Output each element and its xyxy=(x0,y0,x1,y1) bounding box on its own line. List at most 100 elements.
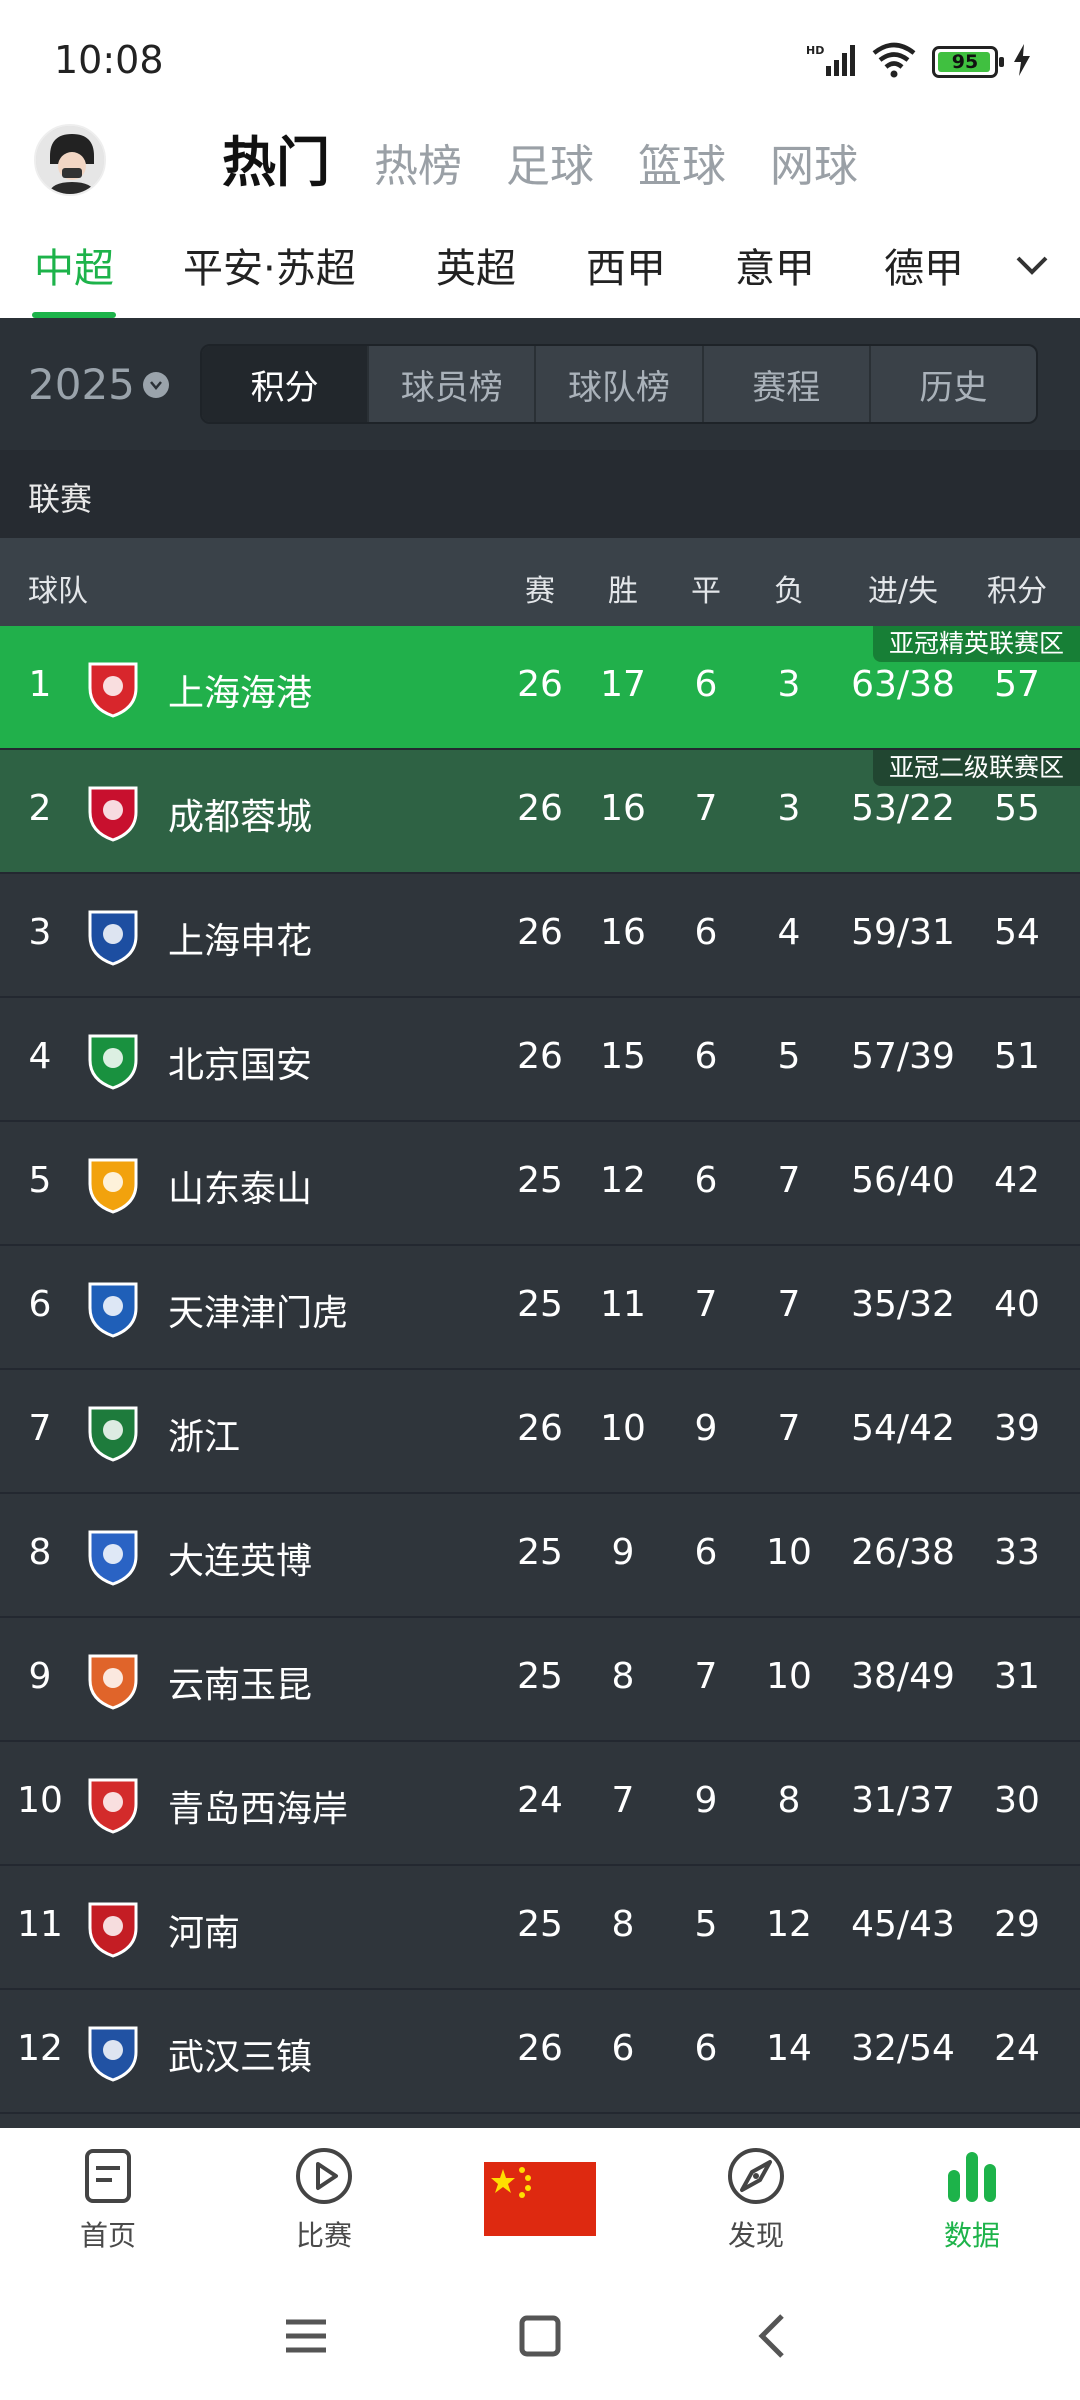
cell-points: 31 xyxy=(994,1656,1040,1697)
cell-loss: 4 xyxy=(777,912,801,953)
team-name: 山东泰山 xyxy=(168,1169,313,1210)
table-row[interactable]: 5 山东泰山 25 12 6 7 56/40 42 xyxy=(0,1122,1080,1246)
tab-suchao[interactable]: 平安·苏超 xyxy=(183,236,356,294)
team-crest-icon xyxy=(82,1154,144,1216)
main-nav-item-hotlist[interactable]: 热榜 xyxy=(374,130,462,194)
table-row[interactable]: 1 上海海港 26 17 6 3 63/38 57 亚冠精英联赛区 xyxy=(0,626,1080,750)
team-crest-icon xyxy=(82,1650,144,1712)
home-square-icon[interactable] xyxy=(510,2306,570,2366)
cell-goals: 56/40 xyxy=(851,1160,955,1201)
team-name: 成都蓉城 xyxy=(168,797,313,838)
cell-goals: 45/43 xyxy=(851,1904,955,1945)
cell-played: 26 xyxy=(517,2028,563,2069)
cell-points: 42 xyxy=(994,1160,1040,1201)
cell-goals: 54/42 xyxy=(851,1408,955,1449)
tab-laliga[interactable]: 西甲 xyxy=(586,236,666,294)
main-nav-item-tennis[interactable]: 网球 xyxy=(770,130,858,194)
document-icon xyxy=(78,2146,138,2206)
bottom-nav-discover[interactable]: 发现 xyxy=(686,2146,826,2254)
tab-bundesliga[interactable]: 德甲 xyxy=(884,236,964,294)
team-crest-icon xyxy=(82,1402,144,1464)
cell-goals: 57/39 xyxy=(851,1036,955,1077)
team-name: 北京国安 xyxy=(168,1045,313,1086)
main-nav-item-football[interactable]: 足球 xyxy=(506,130,594,194)
table-row[interactable]: 11 河南 25 8 5 12 45/43 29 xyxy=(0,1866,1080,1990)
cell-loss: 3 xyxy=(777,788,801,829)
bottom-nav-home[interactable]: 首页 xyxy=(38,2146,178,2254)
cell-goals: 32/54 xyxy=(851,2028,955,2069)
tab-seriea[interactable]: 意甲 xyxy=(735,236,815,294)
cell-loss: 7 xyxy=(777,1160,801,1201)
tab-epl[interactable]: 英超 xyxy=(436,236,516,294)
back-icon[interactable] xyxy=(744,2306,804,2366)
segment-team-rank[interactable]: 球队榜 xyxy=(536,346,704,422)
segment-schedule[interactable]: 赛程 xyxy=(704,346,871,422)
rank: 2 xyxy=(28,788,52,829)
team-crest-icon xyxy=(82,1774,144,1836)
compass-icon xyxy=(726,2146,786,2206)
user-avatar[interactable] xyxy=(34,124,106,196)
battery-indicator: 95 xyxy=(932,46,1004,78)
cell-win: 6 xyxy=(611,2028,635,2069)
table-row[interactable]: 8 大连英博 25 9 6 10 26/38 33 xyxy=(0,1494,1080,1618)
tab-csl[interactable]: 中超 xyxy=(34,236,114,294)
header-goals: 进/失 xyxy=(867,574,939,609)
table-row[interactable]: 10 青岛西海岸 24 7 9 8 31/37 30 xyxy=(0,1742,1080,1866)
header-team: 球队 xyxy=(28,574,88,609)
bottom-nav-data[interactable]: 数据 xyxy=(902,2146,1042,2254)
cell-points: 40 xyxy=(994,1284,1040,1325)
league-section-label: 联赛 xyxy=(28,480,93,518)
zone-badge: 亚冠精英联赛区 xyxy=(872,626,1080,662)
table-row[interactable]: 9 云南玉昆 25 8 7 10 38/49 31 xyxy=(0,1618,1080,1742)
table-row[interactable]: 3 上海申花 26 16 6 4 59/31 54 xyxy=(0,874,1080,998)
table-row[interactable]: 6 天津津门虎 25 11 7 7 35/32 40 xyxy=(0,1246,1080,1370)
team-name: 上海申花 xyxy=(168,921,313,962)
main-nav-item-basketball[interactable]: 篮球 xyxy=(638,130,726,194)
header-loss: 负 xyxy=(774,574,804,609)
cell-draw: 6 xyxy=(694,2028,718,2069)
standings-table: 1 上海海港 26 17 6 3 63/38 57 亚冠精英联赛区 2 成都蓉城 26 16 7 3 53/2… xyxy=(0,626,1080,2114)
segment-standings[interactable]: 积分 xyxy=(202,346,370,422)
menu-icon[interactable] xyxy=(276,2306,336,2366)
table-row[interactable]: 12 武汉三镇 26 6 6 14 32/54 24 xyxy=(0,1990,1080,2114)
cell-win: 8 xyxy=(611,1656,635,1697)
segment-control: 积分 球员榜 球队榜 赛程 历史 xyxy=(200,344,1038,424)
cell-goals: 31/37 xyxy=(851,1780,955,1821)
cell-loss: 8 xyxy=(777,1780,801,1821)
cell-points: 24 xyxy=(994,2028,1040,2069)
status-icons: HD 95 xyxy=(806,40,1032,84)
table-row[interactable]: 4 北京国安 26 15 6 5 57/39 51 xyxy=(0,998,1080,1122)
cell-draw: 6 xyxy=(694,1532,718,1573)
cell-played: 26 xyxy=(517,912,563,953)
main-nav-item-hot[interactable]: 热门 xyxy=(222,118,330,197)
season-selector[interactable]: 2025 xyxy=(28,360,169,409)
chevron-down-icon[interactable] xyxy=(1012,244,1052,284)
cell-loss: 3 xyxy=(777,664,801,705)
rank: 4 xyxy=(28,1036,52,1077)
rank: 5 xyxy=(28,1160,52,1201)
team-crest-icon xyxy=(82,1278,144,1340)
charging-icon xyxy=(1012,44,1032,80)
team-crest-icon xyxy=(82,2022,144,2084)
bottom-nav-match[interactable]: 比赛 xyxy=(254,2146,394,2254)
bar-chart-icon xyxy=(942,2146,1002,2206)
cell-points: 57 xyxy=(994,664,1040,705)
cell-goals: 26/38 xyxy=(851,1532,955,1573)
hd-signal-icon: HD xyxy=(806,42,856,82)
team-crest-icon xyxy=(82,1898,144,1960)
china-flag-icon[interactable] xyxy=(484,2162,596,2236)
team-crest-icon xyxy=(82,1030,144,1092)
cell-win: 16 xyxy=(600,912,646,953)
bottom-nav: 首页 比赛 发现 数据 xyxy=(0,2128,1080,2278)
table-row[interactable]: 7 浙江 26 10 9 7 54/42 39 xyxy=(0,1370,1080,1494)
rank: 1 xyxy=(28,664,52,705)
table-row[interactable]: 2 成都蓉城 26 16 7 3 53/22 55 亚冠二级联赛区 xyxy=(0,750,1080,874)
header-points: 积分 xyxy=(987,574,1047,609)
cell-points: 51 xyxy=(994,1036,1040,1077)
segment-history[interactable]: 历史 xyxy=(871,346,1036,422)
segment-player-rank[interactable]: 球员榜 xyxy=(369,346,537,422)
rank: 6 xyxy=(28,1284,52,1325)
cell-loss: 5 xyxy=(777,1036,801,1077)
cell-draw: 6 xyxy=(694,1036,718,1077)
team-name: 武汉三镇 xyxy=(168,2037,313,2078)
